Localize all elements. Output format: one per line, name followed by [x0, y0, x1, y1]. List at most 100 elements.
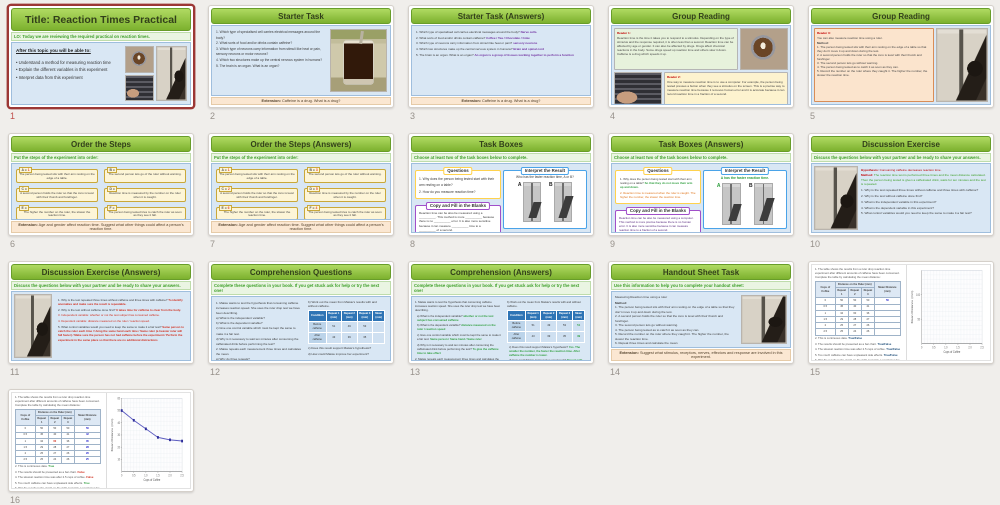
- question-intro: 1. Maisie wants to test the hypothesis t…: [415, 300, 501, 313]
- ruler-door-photo: [14, 294, 52, 358]
- svg-text:0: 0: [921, 345, 923, 350]
- svg-text:30: 30: [117, 433, 120, 438]
- step-box[interactable]: E = The higher the number on the ruler, …: [16, 204, 98, 219]
- objectives-bullets: • Understand a method for measuring reac…: [16, 59, 111, 80]
- step-box[interactable]: C = A second person holds the ruler so t…: [16, 185, 98, 202]
- true-false-answers: 2. This is continuous data. True 3. The r…: [15, 464, 99, 488]
- slide-thumbnail-16[interactable]: 1. The table shows the results from a ru…: [8, 389, 194, 492]
- extension-text: Caffeine is a drug. What is a drug?: [282, 99, 341, 103]
- table-row: Before caffeine 51 49 53: [307, 321, 386, 333]
- task-instruction: Complete these questions in your book. I…: [211, 281, 391, 295]
- coffee-photo: [125, 46, 155, 73]
- slide-body: Questions 1. Why does the person being t…: [611, 163, 791, 233]
- step-box[interactable]: C = 2A second person holds the ruler so …: [216, 185, 298, 202]
- results-table: Condition Repeat 1 (mm) Repeat 2 (mm) Repea…: [307, 310, 386, 344]
- slide-thumbnail-6[interactable]: Order the Steps Put the steps of the exp…: [8, 133, 194, 236]
- slide-thumbnail-11[interactable]: Discussion Exercise (Answers) Discuss th…: [8, 261, 194, 364]
- worksheet-q1: 1. The table shows the results from a ru…: [15, 395, 100, 407]
- method-steps: 1. The person being tested sits with the…: [817, 45, 928, 78]
- slide-thumbnail-15[interactable]: 1. The table shows the results from a ru…: [808, 261, 994, 364]
- slide-thumbnail-10[interactable]: Discussion Exercise Discuss the question…: [808, 133, 994, 236]
- svg-text:20: 20: [117, 445, 120, 450]
- worksheet-body: 1. The table shows the results from a ru…: [11, 392, 191, 489]
- slide-thumbnail-7[interactable]: Order the Steps (Answers) Put the steps …: [208, 133, 394, 236]
- interpret-question: Who has the faster reaction time, A or B…: [515, 175, 574, 179]
- step-box[interactable]: D = Reaction time is measured by the num…: [104, 185, 186, 202]
- slide-thumbnail-8[interactable]: Task Boxes Choose at least two of the ta…: [408, 133, 594, 236]
- step-boxes: A = 1 The person being tested sits with t…: [12, 164, 190, 219]
- label-a: A: [716, 182, 721, 189]
- svg-text:Cups of Coffee: Cups of Coffee: [943, 349, 960, 354]
- table-row: After caffeine 43 39 35 39: [507, 331, 586, 344]
- slide-body: Hypothesis: Consuming caffeine decreases…: [811, 163, 991, 233]
- slide-thumbnail-4[interactable]: Group Reading Reader 1: Reaction time is …: [608, 5, 794, 108]
- questions-box-title: Questions: [643, 167, 673, 176]
- questions-answers: 1. Why does the person being tested star…: [620, 176, 696, 199]
- slide-thumbnail-1[interactable]: Title: Reaction Times Practical LO: Toda…: [8, 5, 194, 108]
- slide-title: Task Boxes: [411, 136, 591, 152]
- step-box[interactable]: B = 3 The second person lets go of the ru…: [304, 167, 386, 183]
- task-instruction: Complete these questions in your book. I…: [411, 281, 591, 295]
- task-instruction: Put the steps of the experiment into ord…: [11, 153, 191, 162]
- step-box[interactable]: A = 1 The person being tested sits with t…: [216, 167, 298, 183]
- step-box[interactable]: D = 5 Reaction time is measured by the nu…: [304, 185, 386, 202]
- slide-title: Group Reading: [811, 8, 991, 24]
- ruler-photo-b: [754, 182, 774, 225]
- slide-body: Measuring Reaction time using a ruler Me…: [611, 291, 791, 348]
- slide-thumbnail-2[interactable]: Starter Task 1. Which type of specialise…: [208, 5, 394, 108]
- comprehension-questions: 1. Maisie wants to test the hypothesis t…: [216, 301, 302, 361]
- ruler-photo-a: [522, 181, 541, 222]
- worksheet-left: 1. The table shows the results from a ru…: [812, 265, 907, 360]
- svg-text:Cups of Coffee: Cups of Coffee: [143, 477, 160, 482]
- cola-glass-photo: [330, 29, 387, 92]
- slide-thumbnail-5[interactable]: Group Reading Reader 3: You can also mea…: [808, 5, 994, 108]
- starter-questions: 1. Which type of specialised cell carrie…: [216, 30, 323, 68]
- questions-box[interactable]: Questions 1. Why does the person being t…: [615, 167, 701, 204]
- interpret-box[interactable]: Interpret the Result Who has the faster …: [502, 167, 587, 229]
- slide-thumbnail-3[interactable]: Starter Task (Answers) 1. Which type of …: [408, 5, 594, 108]
- step-box[interactable]: B = The second person lets go of the rul…: [104, 167, 186, 183]
- slide-title: Order the Steps: [11, 136, 191, 152]
- slide-number-12: 12: [210, 367, 221, 377]
- slide-thumbnail-13[interactable]: Comprehension (Answers) Complete these q…: [408, 261, 594, 364]
- step-box[interactable]: F = The person being tested tries to cat…: [104, 204, 186, 219]
- slide-body: Questions 1. Why does the person being t…: [411, 163, 591, 233]
- fill-blanks-box[interactable]: Copy and Fill in the Blanks Reaction tim…: [615, 206, 701, 232]
- task-instruction: Choose at least two of the task boxes be…: [611, 153, 791, 162]
- graph-area: 10 20 30 40 50 60 0 0.5 1.0 1.5 2.0 2.5 Mean Distanc…: [107, 393, 190, 488]
- slide-number-16: 16: [10, 495, 21, 505]
- table-row: Before caffeine 51 49 53 51: [507, 320, 586, 333]
- extension-label: Extension:: [261, 99, 281, 103]
- interpret-box[interactable]: Interpret the Result A has the faster re…: [702, 167, 787, 229]
- step-box[interactable]: F = 4 The person being tested tries to ca…: [304, 204, 386, 219]
- step-box[interactable]: A = 1 The person being tested sits with t…: [16, 167, 98, 183]
- objectives-heading: After this topic you will be able to:: [16, 48, 91, 53]
- table-intro: b) Work out the mean from Maisie's resul…: [507, 300, 581, 309]
- worksheet-body: 1. The table shows the results from a ru…: [811, 264, 991, 361]
- slide-thumbnail-12[interactable]: Comprehension Questions Complete these q…: [208, 261, 394, 364]
- fill-blanks-box[interactable]: Copy and Fill in the Blanks Reaction tim…: [415, 201, 501, 232]
- slide-body: 1. Why is the test repeated three times …: [11, 291, 191, 361]
- svg-text:Mean Distance (mm): Mean Distance (mm): [110, 419, 113, 452]
- slide-body: 1. Maisie wants to test the hypothesis t…: [211, 296, 391, 361]
- slide-title: Discussion Exercise (Answers): [11, 264, 191, 280]
- questions-box[interactable]: Questions 1. Why does the person being t…: [415, 167, 501, 199]
- ruler-door-photo: [156, 46, 187, 101]
- coffee-photo: [740, 28, 788, 70]
- task-instruction: Use this information to help you to comp…: [611, 281, 791, 290]
- slide-number-14: 14: [610, 367, 621, 377]
- comprehension-answers: a) What is the independent variable? whe…: [417, 313, 501, 355]
- svg-text:40: 40: [117, 420, 120, 425]
- questions-box-title: Questions: [443, 167, 473, 176]
- slide-number-1: 1: [10, 111, 16, 121]
- reader2-box: Reader 2: One way to measure reaction tim…: [664, 72, 788, 104]
- slide-thumbnail-14[interactable]: Handout Sheet Task Use this information …: [608, 261, 794, 364]
- step-box[interactable]: E = 6 The higher the number on the ruler,…: [216, 204, 298, 219]
- svg-text:2.0: 2.0: [168, 473, 172, 478]
- svg-text:2.0: 2.0: [968, 345, 972, 350]
- reader1-box: Reader 1: Reaction time is the time it ta…: [614, 28, 738, 70]
- reader2-label: Reader 2:: [667, 74, 681, 79]
- svg-text:0.5: 0.5: [132, 473, 136, 478]
- task-instruction: Choose at least two of the task boxes be…: [411, 153, 591, 162]
- slide-thumbnail-9[interactable]: Task Boxes (Answers) Choose at least two…: [608, 133, 794, 236]
